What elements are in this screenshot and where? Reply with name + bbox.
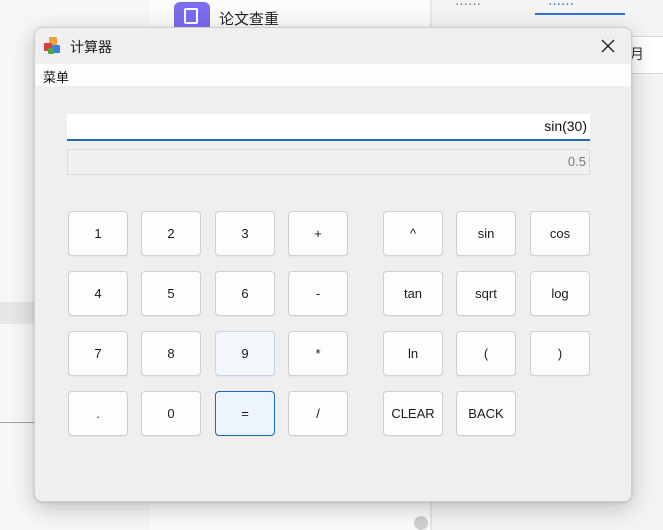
key-7[interactable]: 7 — [68, 331, 128, 376]
key-back[interactable]: BACK — [456, 391, 516, 436]
key-ln[interactable]: ln — [383, 331, 443, 376]
key-sin[interactable]: sin — [456, 211, 516, 256]
background-month-label: 月 — [630, 47, 644, 63]
menu-bar: 菜单 — [35, 64, 631, 86]
key-equals[interactable]: = — [215, 391, 275, 436]
background-doc-label[interactable]: 论文查重 — [219, 8, 279, 29]
key-minus[interactable]: - — [288, 271, 348, 316]
background-tab-active[interactable]: …… — [548, 0, 574, 9]
key-left-paren[interactable]: ( — [456, 331, 516, 376]
key-divide[interactable]: / — [288, 391, 348, 436]
result-display: 0.5 — [67, 149, 590, 175]
key-3[interactable]: 3 — [215, 211, 275, 256]
calculator-window: 计算器 菜单 sin(30) 0.5 1 2 3 + 4 5 6 - 7 8 9… — [34, 27, 632, 502]
key-log[interactable]: log — [530, 271, 590, 316]
window-title: 计算器 — [70, 40, 112, 56]
close-button[interactable] — [585, 28, 631, 64]
key-1[interactable]: 1 — [68, 211, 128, 256]
key-right-paren[interactable]: ) — [530, 331, 590, 376]
key-clear[interactable]: CLEAR — [383, 391, 443, 436]
key-5[interactable]: 5 — [141, 271, 201, 316]
expression-input[interactable]: sin(30) — [67, 114, 590, 141]
key-plus[interactable]: + — [288, 211, 348, 256]
key-tan[interactable]: tan — [383, 271, 443, 316]
close-icon — [601, 39, 615, 53]
key-8[interactable]: 8 — [141, 331, 201, 376]
background-tab-underline — [535, 13, 625, 15]
key-cos[interactable]: cos — [530, 211, 590, 256]
key-power[interactable]: ^ — [383, 211, 443, 256]
background-scroll-indicator[interactable] — [414, 516, 428, 530]
key-decimal[interactable]: . — [68, 391, 128, 436]
key-sqrt[interactable]: sqrt — [456, 271, 516, 316]
calculator-app-icon — [44, 37, 60, 54]
key-2[interactable]: 2 — [141, 211, 201, 256]
key-multiply[interactable]: * — [288, 331, 348, 376]
title-bar[interactable]: 计算器 — [35, 28, 631, 64]
key-9[interactable]: 9 — [215, 331, 275, 376]
menu-item-menu[interactable]: 菜单 — [43, 67, 69, 86]
key-6[interactable]: 6 — [215, 271, 275, 316]
background-tab[interactable]: …… — [455, 0, 481, 9]
key-0[interactable]: 0 — [141, 391, 201, 436]
key-4[interactable]: 4 — [68, 271, 128, 316]
